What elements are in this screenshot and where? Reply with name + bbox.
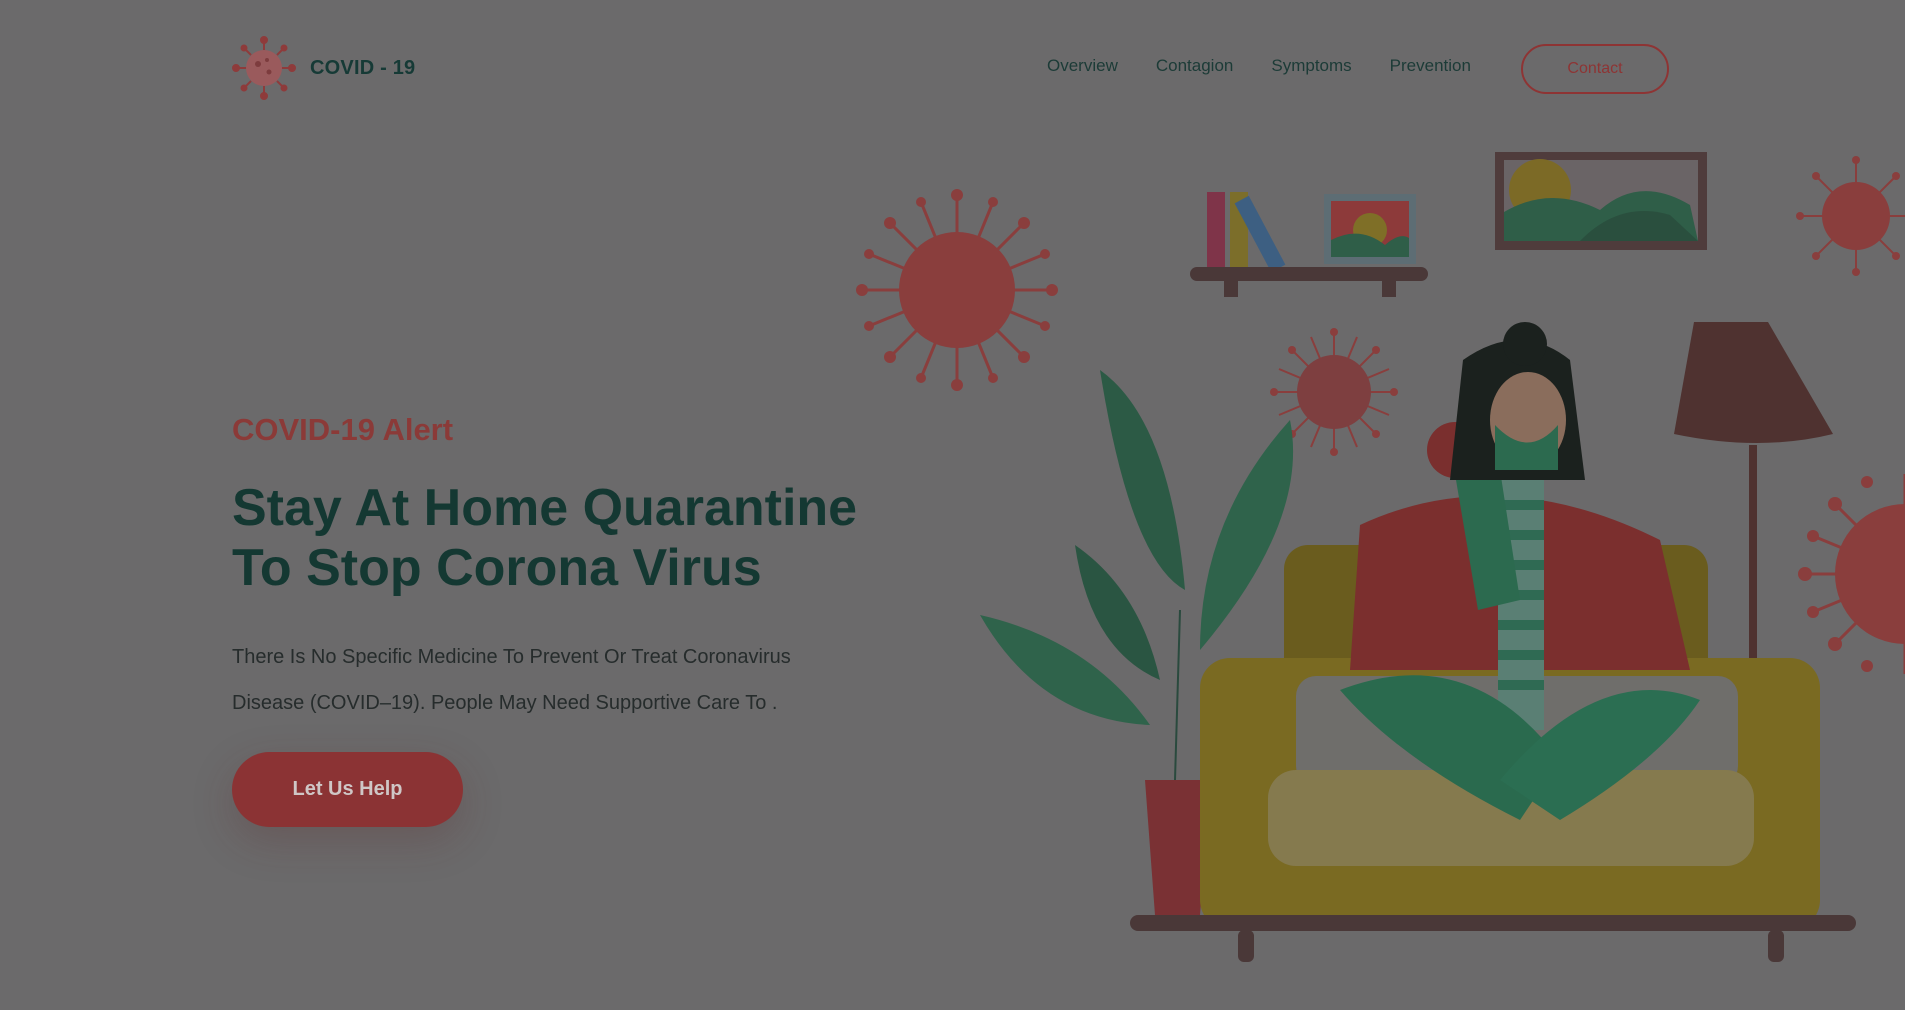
description-line-1: There Is No Specific Medicine To Prevent… bbox=[232, 646, 791, 668]
brand-name: COVID - 19 bbox=[310, 56, 416, 79]
floor-lamp bbox=[1674, 322, 1833, 660]
virus-icon bbox=[232, 36, 296, 100]
brand-logo[interactable]: COVID - 19 bbox=[232, 36, 415, 100]
nav-item-symptoms[interactable]: Symptoms bbox=[1271, 56, 1351, 76]
virus-icon bbox=[1270, 328, 1398, 456]
description-line-2: Disease (COVID–19). People May Need Supp… bbox=[232, 692, 778, 714]
hero-description: There Is No Specific Medicine To Prevent… bbox=[232, 634, 932, 726]
hero-section: COVID-19 Alert Stay At Home Quarantine T… bbox=[232, 412, 932, 726]
contact-button[interactable]: Contact bbox=[1521, 44, 1669, 94]
nav-menu: Overview Contagion Symptoms Prevention bbox=[1047, 56, 1509, 76]
virus-icon bbox=[1798, 474, 1905, 674]
woman-figure bbox=[1340, 322, 1700, 820]
headline-line-2: To Stop Corona Virus bbox=[232, 539, 762, 597]
plant bbox=[980, 370, 1294, 915]
nav-item-contagion[interactable]: Contagion bbox=[1156, 56, 1234, 76]
virus-icon bbox=[856, 189, 1058, 391]
hero-headline: Stay At Home Quarantine To Stop Corona V… bbox=[232, 478, 932, 598]
hero-alert: COVID-19 Alert bbox=[232, 412, 454, 447]
bookshelf bbox=[1190, 192, 1428, 297]
wall-picture bbox=[1495, 152, 1707, 250]
virus-icon bbox=[1796, 156, 1905, 276]
nav-item-prevention[interactable]: Prevention bbox=[1390, 56, 1471, 76]
sofa bbox=[1130, 545, 1856, 962]
let-us-help-button[interactable]: Let Us Help bbox=[232, 752, 463, 827]
nav-item-overview[interactable]: Overview bbox=[1047, 56, 1118, 76]
headline-line-1: Stay At Home Quarantine bbox=[232, 479, 858, 537]
top-navigation: COVID - 19 Overview Contagion Symptoms P… bbox=[0, 0, 1905, 140]
